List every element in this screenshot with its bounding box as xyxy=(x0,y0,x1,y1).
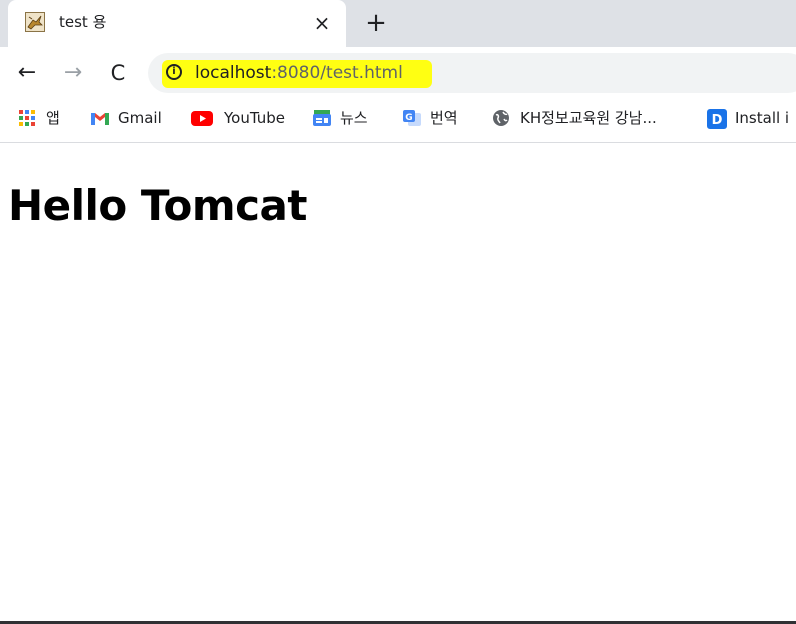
d-app-icon: D xyxy=(707,108,727,129)
info-icon[interactable]: i xyxy=(166,64,182,80)
url-host: localhost xyxy=(195,63,272,83)
address-bar[interactable]: i localhost:8080/test.html xyxy=(148,53,796,93)
bookmarks-bar: 앱 Gmail YouTube 뉴스 G 번역 KH정보교육원 강남... D … xyxy=(0,98,796,143)
toolbar: ← → C i localhost:8080/test.html xyxy=(0,47,796,98)
url-path: :8080/test.html xyxy=(271,63,403,83)
svg-text:D: D xyxy=(712,113,723,128)
tab-strip: test 용 × + xyxy=(0,0,796,47)
bookmark-gmail[interactable]: Gmail xyxy=(90,107,162,129)
svg-text:G: G xyxy=(405,113,412,123)
forward-arrow-icon[interactable]: → xyxy=(59,59,87,87)
bookmark-label: Gmail xyxy=(118,109,162,127)
bookmark-label: Install i xyxy=(735,109,790,127)
bookmark-label: KH정보교육원 강남... xyxy=(520,109,657,127)
tomcat-favicon-icon xyxy=(25,12,45,32)
bookmark-kh[interactable]: KH정보교육원 강남... xyxy=(492,107,657,129)
bookmark-label: 뉴스 xyxy=(340,109,368,127)
globe-icon xyxy=(492,109,510,127)
tab-title: test 용 xyxy=(59,13,107,31)
page-content: Hello Tomcat xyxy=(0,143,796,621)
bookmark-label: 앱 xyxy=(46,109,60,127)
bookmark-apps[interactable]: 앱 xyxy=(18,107,60,129)
bookmark-label: 번역 xyxy=(430,109,458,127)
reload-icon[interactable]: C xyxy=(104,59,132,87)
apps-grid-icon xyxy=(18,109,36,127)
bookmark-label: YouTube xyxy=(224,109,285,127)
page-heading: Hello Tomcat xyxy=(8,181,307,230)
tab-active[interactable]: test 용 × xyxy=(8,0,346,47)
youtube-icon xyxy=(190,109,214,127)
close-tab-icon[interactable]: × xyxy=(310,11,334,35)
gmail-icon xyxy=(90,109,109,127)
bookmark-news[interactable]: 뉴스 xyxy=(312,107,368,129)
bookmark-translate[interactable]: G 번역 xyxy=(402,107,458,129)
new-tab-button[interactable]: + xyxy=(362,9,390,37)
url-text[interactable]: localhost:8080/test.html xyxy=(195,62,403,84)
back-arrow-icon[interactable]: ← xyxy=(13,59,41,87)
google-translate-icon: G xyxy=(402,109,421,127)
bookmark-youtube[interactable]: YouTube xyxy=(190,107,285,129)
bookmark-install[interactable]: D Install i xyxy=(707,107,789,129)
google-news-icon xyxy=(312,109,331,127)
